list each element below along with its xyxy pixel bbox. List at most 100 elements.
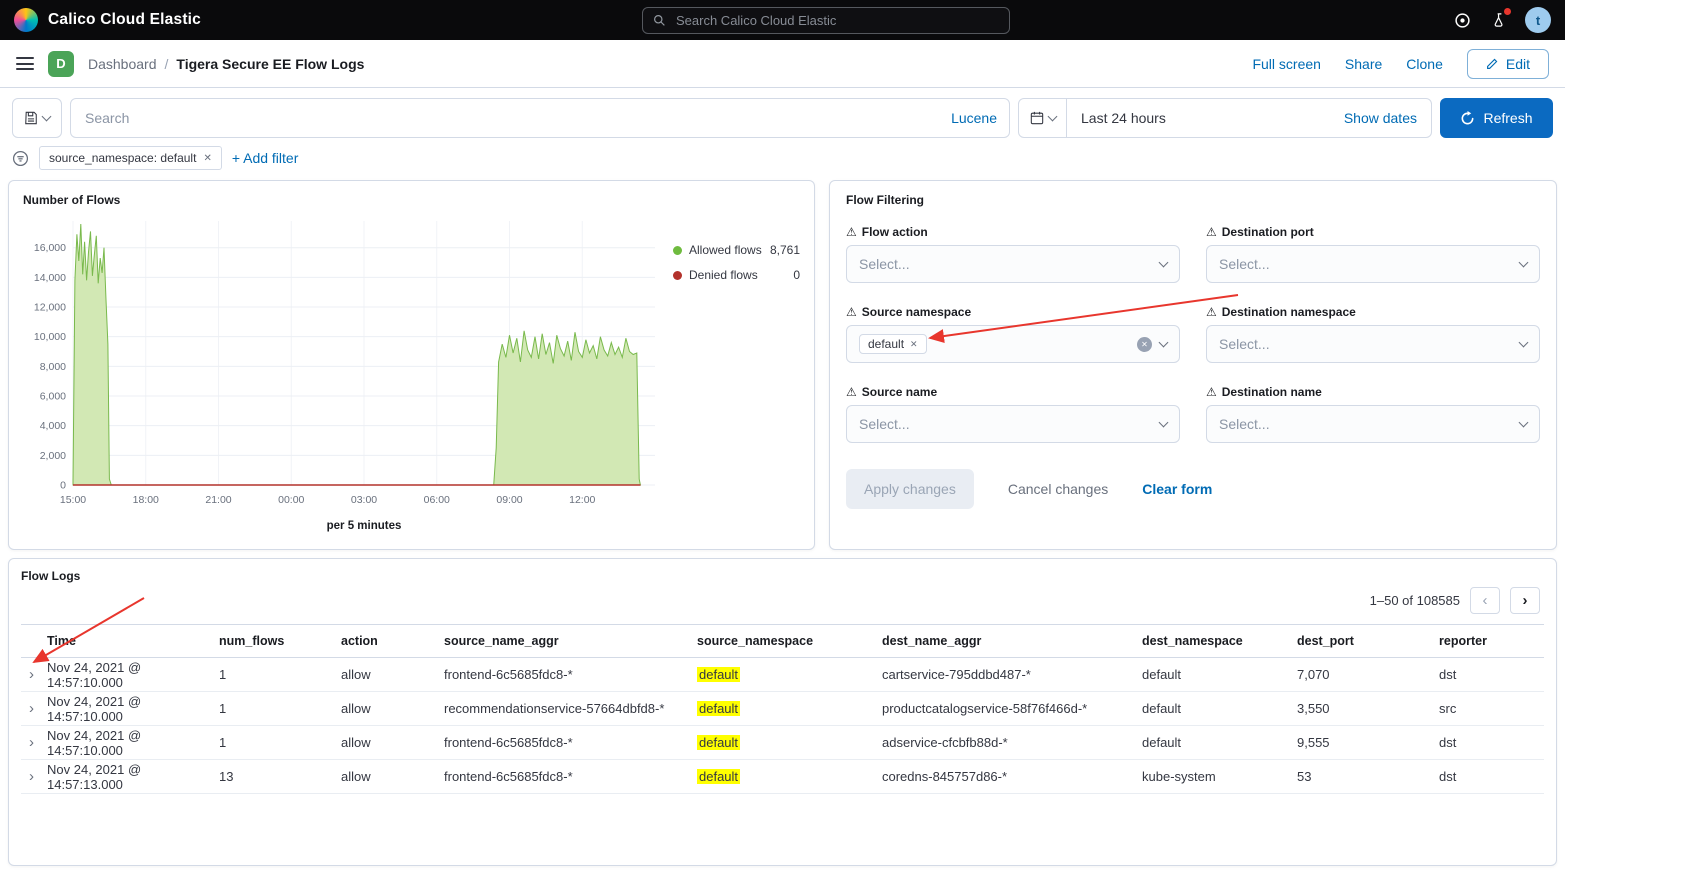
flow-filtering-title: Flow Filtering: [846, 193, 1540, 207]
remove-filter-icon[interactable]: ✕: [203, 153, 211, 164]
destination-namespace-select[interactable]: Select...: [1206, 325, 1540, 363]
destination-port-select[interactable]: Select...: [1206, 245, 1540, 283]
filter-menu-icon[interactable]: [12, 150, 29, 167]
refresh-icon: [1460, 111, 1475, 126]
query-language-link[interactable]: Lucene: [951, 110, 997, 126]
col-dest-namespace[interactable]: dest_namespace: [1142, 634, 1297, 648]
col-source-name-aggr[interactable]: source_name_aggr: [444, 634, 697, 648]
flow-logs-title: Flow Logs: [21, 569, 1544, 583]
clear-selection-icon[interactable]: ✕: [1137, 337, 1152, 352]
full-screen-link[interactable]: Full screen: [1252, 56, 1320, 72]
cell-action: allow: [341, 701, 444, 716]
breadcrumb-bar: D Dashboard / Tigera Secure EE Flow Logs…: [0, 40, 1565, 88]
time-range-value[interactable]: Last 24 hours: [1067, 110, 1180, 126]
chart-panel-title: Number of Flows: [23, 193, 800, 207]
cell-time: Nov 24, 2021 @ 14:57:10.000: [47, 728, 219, 758]
col-dest-port[interactable]: dest_port: [1297, 634, 1439, 648]
selected-option-chip[interactable]: default ✕: [859, 334, 927, 354]
cell-reporter: src: [1439, 701, 1544, 716]
highlighted-text: default: [697, 735, 740, 750]
source-namespace-combobox[interactable]: default ✕ ✕: [846, 325, 1180, 363]
col-source-namespace[interactable]: source_namespace: [697, 634, 882, 648]
col-reporter[interactable]: reporter: [1439, 634, 1544, 648]
edit-button[interactable]: Edit: [1467, 49, 1549, 79]
share-link[interactable]: Share: [1345, 56, 1382, 72]
select-placeholder: Select...: [1219, 336, 1512, 352]
expand-row-icon[interactable]: ›: [21, 734, 47, 751]
svg-text:09:00: 09:00: [496, 494, 522, 506]
calendar-icon: [1030, 111, 1044, 125]
chevron-down-icon: [1159, 258, 1169, 268]
global-search-input[interactable]: [674, 12, 999, 29]
expand-row-icon[interactable]: ›: [21, 666, 47, 683]
clone-link[interactable]: Clone: [1406, 56, 1443, 72]
chevron-down-icon: [1519, 338, 1529, 348]
cell-dest-port: 53: [1297, 769, 1439, 784]
show-dates-link[interactable]: Show dates: [1344, 110, 1431, 126]
elastic-logo-icon[interactable]: [14, 8, 38, 32]
col-dest-name-aggr[interactable]: dest_name_aggr: [882, 634, 1142, 648]
cell-dest-namespace: default: [1142, 735, 1297, 750]
add-filter-link[interactable]: + Add filter: [232, 150, 299, 166]
expand-row-icon[interactable]: ›: [21, 700, 47, 717]
user-avatar[interactable]: t: [1525, 7, 1551, 33]
top-navigation-bar: Calico Cloud Elastic t: [0, 0, 1565, 40]
table-row: › Nov 24, 2021 @ 14:57:10.000 1 allow fr…: [21, 726, 1544, 760]
filter-pill[interactable]: source_namespace: default ✕: [39, 146, 222, 170]
clear-form-link[interactable]: Clear form: [1142, 481, 1212, 497]
warning-icon: ⚠: [1206, 385, 1217, 399]
global-search-box[interactable]: [642, 7, 1010, 34]
svg-text:10,000: 10,000: [34, 331, 66, 343]
next-page-button[interactable]: ›: [1510, 587, 1540, 614]
deployment-icon[interactable]: [1451, 9, 1473, 31]
flow-filtering-panel: Flow Filtering ⚠ Flow action Select... ⚠: [829, 180, 1557, 550]
cell-dest-name-aggr: adservice-cfcbfb88d-*: [882, 735, 1142, 750]
flows-area-chart[interactable]: 15:0018:0021:0000:0003:0006:0009:0012:00…: [23, 207, 663, 537]
saved-query-icon: [24, 111, 38, 125]
field-label-text: Destination name: [1222, 385, 1322, 399]
svg-text:2,000: 2,000: [40, 450, 66, 462]
cell-source-name-aggr: frontend-6c5685fdc8-*: [444, 667, 697, 682]
col-num-flows[interactable]: num_flows: [219, 634, 341, 648]
flow-action-select[interactable]: Select...: [846, 245, 1180, 283]
breadcrumb-dashboard[interactable]: Dashboard: [88, 56, 157, 72]
chevron-down-icon: [1519, 258, 1529, 268]
apply-changes-button[interactable]: Apply changes: [846, 469, 974, 509]
query-search-input[interactable]: [83, 109, 943, 127]
field-label: ⚠ Destination port: [1206, 225, 1540, 239]
table-header-row: Time num_flows action source_name_aggr s…: [21, 624, 1544, 658]
newsfeed-icon[interactable]: [1488, 9, 1510, 31]
main-row: Number of Flows 15:0018:0021:0000:0003:0…: [0, 180, 1565, 550]
chip-label: default: [868, 337, 904, 351]
cell-dest-name-aggr: cartservice-795ddbd487-*: [882, 667, 1142, 682]
col-time[interactable]: Time: [47, 634, 219, 648]
svg-text:per 5 minutes: per 5 minutes: [327, 520, 402, 532]
warning-icon: ⚠: [846, 305, 857, 319]
previous-page-button[interactable]: ‹: [1470, 587, 1500, 614]
chevron-down-icon: [1047, 112, 1057, 122]
kql-search-box[interactable]: Lucene: [70, 98, 1010, 138]
legend-item-allowed[interactable]: Allowed flows 8,761: [673, 243, 800, 257]
remove-option-icon[interactable]: ✕: [910, 339, 918, 350]
warning-icon: ⚠: [1206, 305, 1217, 319]
expand-row-icon[interactable]: ›: [21, 768, 47, 785]
col-action[interactable]: action: [341, 634, 444, 648]
dashboard-app-badge[interactable]: D: [48, 51, 74, 77]
saved-query-menu-button[interactable]: [12, 98, 62, 138]
date-quick-select-button[interactable]: [1019, 99, 1067, 137]
cancel-changes-button[interactable]: Cancel changes: [1002, 480, 1114, 498]
breadcrumb: Dashboard / Tigera Secure EE Flow Logs: [88, 56, 364, 72]
refresh-button[interactable]: Refresh: [1440, 98, 1553, 138]
chevron-left-icon: ‹: [1483, 592, 1488, 609]
legend-item-denied[interactable]: Denied flows 0: [673, 268, 800, 282]
highlighted-text: default: [697, 701, 740, 716]
field-label: ⚠ Destination namespace: [1206, 305, 1540, 319]
field-label: ⚠ Flow action: [846, 225, 1180, 239]
menu-icon[interactable]: [16, 57, 34, 70]
field-label: ⚠ Source name: [846, 385, 1180, 399]
chevron-down-icon: [1159, 418, 1169, 428]
destination-name-select[interactable]: Select...: [1206, 405, 1540, 443]
cell-reporter: dst: [1439, 735, 1544, 750]
svg-text:8,000: 8,000: [40, 361, 66, 373]
source-name-select[interactable]: Select...: [846, 405, 1180, 443]
